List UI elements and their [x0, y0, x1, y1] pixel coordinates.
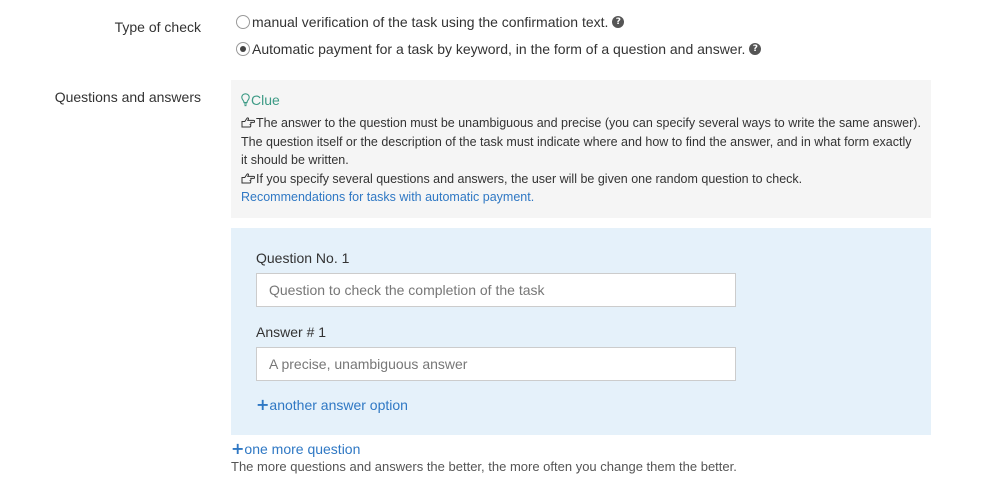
hint-item: The answer to the question must be unamb… — [241, 114, 921, 170]
questions-and-answers-label: Questions and answers — [54, 89, 201, 105]
hint-item: If you specify several questions and ans… — [241, 170, 921, 189]
automatic-payment-radio[interactable] — [236, 42, 250, 56]
hint-title: Clue — [241, 91, 921, 109]
add-answer-option-text: another answer option — [269, 397, 408, 413]
answer-input[interactable] — [256, 347, 736, 381]
questions-footnote: The more questions and answers the bette… — [231, 459, 737, 474]
question-panel: Question No. 1 Answer # 1 + another answ… — [231, 228, 931, 435]
manual-verification-radio[interactable] — [236, 15, 250, 29]
hint-item-text: The answer to the question must be unamb… — [241, 116, 921, 167]
plus-icon: + — [256, 395, 270, 414]
add-answer-option-link[interactable]: + another answer option — [256, 395, 408, 414]
hint-title-text: Clue — [251, 92, 280, 108]
hand-pointing-icon — [241, 117, 255, 128]
question-circle-icon[interactable]: ? — [612, 16, 625, 28]
hint-box: Clue The answer to the question must be … — [231, 80, 931, 218]
add-question-link[interactable]: + one more question — [231, 439, 361, 458]
manual-verification-option[interactable]: manual verification of the task using th… — [236, 14, 625, 30]
question-label: Question No. 1 — [256, 250, 350, 266]
question-circle-icon[interactable]: ? — [749, 43, 762, 55]
add-question-text: one more question — [244, 441, 361, 457]
answer-label: Answer # 1 — [256, 324, 327, 340]
manual-verification-text: manual verification of the task using th… — [252, 14, 609, 30]
recommendations-link[interactable]: Recommendations for tasks with automatic… — [241, 188, 534, 206]
hint-item-text: If you specify several questions and ans… — [256, 171, 803, 186]
hand-pointing-icon — [241, 172, 255, 183]
type-of-check-label: Type of check — [114, 19, 201, 35]
automatic-payment-option[interactable]: Automatic payment for a task by keyword,… — [236, 41, 762, 57]
lightbulb-icon — [241, 93, 250, 107]
question-input[interactable] — [256, 273, 736, 307]
automatic-payment-text: Automatic payment for a task by keyword,… — [252, 41, 746, 57]
plus-icon: + — [231, 439, 245, 458]
